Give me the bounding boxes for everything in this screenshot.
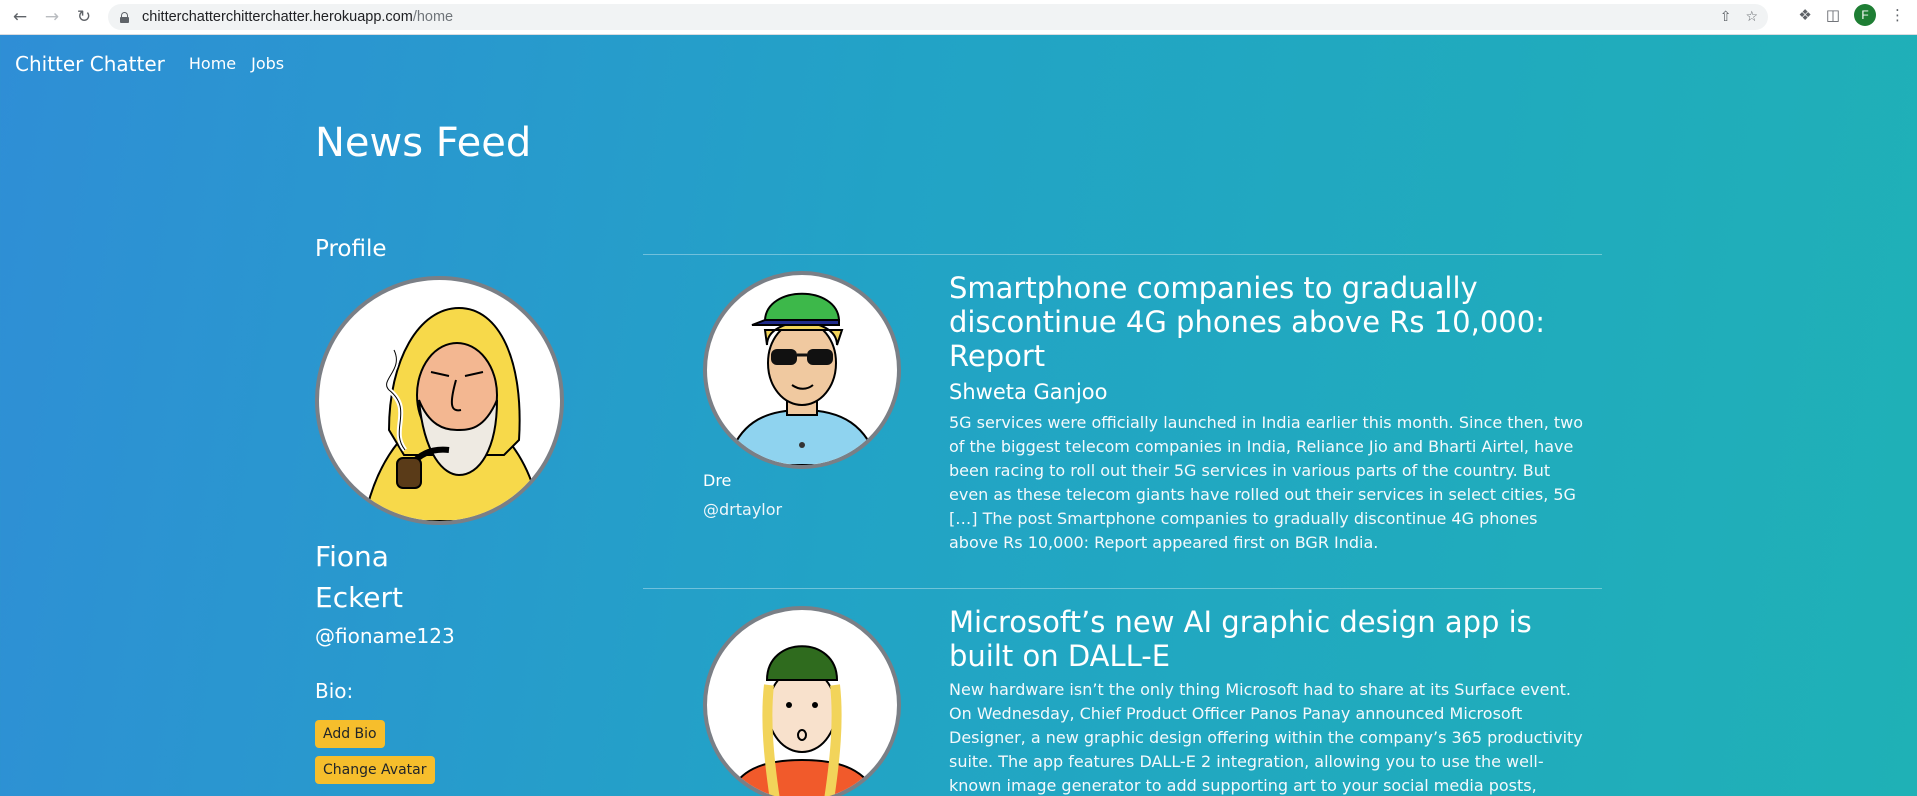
address-bar[interactable]: chitterchatterchitterchatter.herokuapp.c… [108,4,1768,30]
add-bio-button[interactable]: Add Bio [315,720,385,748]
lock-icon [120,11,129,23]
profile-name: Fiona Eckert [315,536,495,618]
profile-last-name: Eckert [315,581,404,614]
url-host: chitterchatterchitterchatter.herokuapp.c… [142,9,413,25]
share-icon[interactable]: ⇧ [1720,9,1732,25]
profile-first-name: Fiona [315,540,389,573]
bookmark-star-icon[interactable]: ☆ [1745,9,1758,25]
more-menu-icon[interactable]: ⋮ [1890,6,1905,24]
post-handle[interactable]: @drtaylor [703,500,782,519]
url-path: /home [412,9,454,25]
feed-divider [643,254,1602,255]
post-author: Shweta Ganjoo [949,380,1108,404]
post-title[interactable]: Smartphone companies to gradually discon… [949,271,1589,373]
nav-link-jobs[interactable]: Jobs [251,54,284,73]
bio-label: Bio: [315,679,354,703]
post-avatar [703,606,901,796]
post-body: New hardware isn’t the only thing Micros… [949,680,1583,795]
change-avatar-button[interactable]: Change Avatar [315,756,435,784]
back-arrow-icon[interactable]: ← [7,4,33,30]
profile-avatar [315,276,564,525]
nav-link-home[interactable]: Home [189,54,236,73]
feed-divider [643,588,1602,589]
post-avatar [703,271,901,469]
brand-link[interactable]: Chitter Chatter [15,52,165,76]
profile-handle: @fioname123 [315,624,455,648]
fisherman-avatar-illustration [362,306,543,521]
profile-heading: Profile [315,236,387,262]
forward-arrow-icon[interactable]: → [39,4,65,30]
browser-profile-avatar[interactable]: F [1854,4,1876,26]
app-navbar: Chitter Chatter Home Jobs [0,35,1917,92]
reload-icon[interactable]: ↻ [71,4,97,30]
page-title: News Feed [315,120,532,166]
extensions-icon[interactable]: ❖ [1798,6,1811,24]
post-body: 5G services were officially launched in … [949,413,1584,552]
browser-toolbar: ← → ↻ chitterchatterchitterchatter.herok… [0,0,1917,35]
post-username[interactable]: Dre [703,471,731,490]
side-panel-icon[interactable]: ◫ [1826,6,1840,24]
beanie-user-avatar-illustration [727,645,879,796]
sunglasses-user-avatar-illustration [725,292,881,465]
post-title[interactable]: Microsoft’s new AI graphic design app is… [949,605,1589,673]
